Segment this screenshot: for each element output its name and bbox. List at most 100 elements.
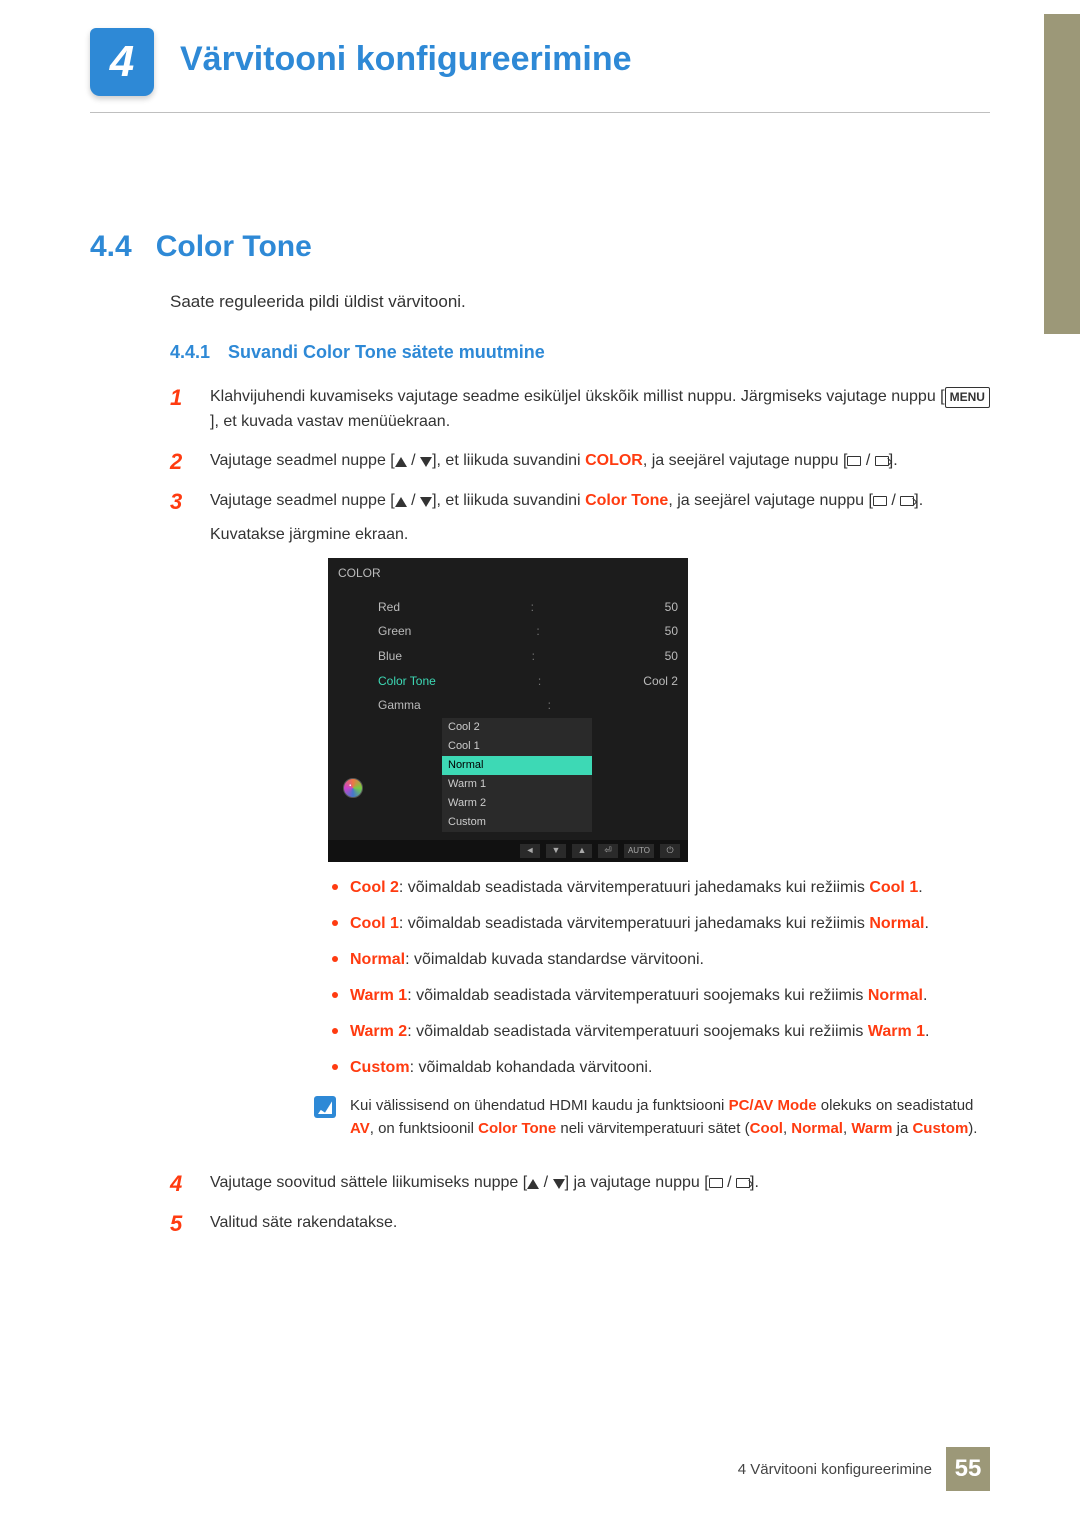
bullet-text: Custom: võimaldab kohandada värvitooni. xyxy=(350,1056,652,1080)
up-arrow-icon xyxy=(527,1179,539,1189)
text: . xyxy=(918,879,922,896)
text: neli värvitemperatuuri sätet ( xyxy=(556,1120,749,1137)
keyword: Normal xyxy=(791,1120,843,1137)
source-icon xyxy=(873,496,887,506)
osd-row-green: Green:50 xyxy=(378,619,678,644)
keyword: Color Tone xyxy=(585,492,668,509)
osd-down-icon: ▼ xyxy=(546,844,566,858)
up-arrow-icon xyxy=(395,457,407,467)
keyword: Cool 2 xyxy=(350,879,399,896)
keyword: COLOR xyxy=(585,452,643,469)
osd-option: Custom xyxy=(442,813,592,832)
keyword: Custom xyxy=(350,1059,410,1076)
text: ). xyxy=(968,1120,977,1137)
osd-back-icon: ◄ xyxy=(520,844,540,858)
osd-title: COLOR xyxy=(328,558,688,589)
step-text: Vajutage seadmel nuppe [ / ], et liikuda… xyxy=(210,489,990,1157)
down-arrow-icon xyxy=(420,457,432,467)
step-text: Valitud säte rakendatakse. xyxy=(210,1211,990,1237)
bullet-item: Cool 1: võimaldab seadistada värvitemper… xyxy=(332,912,990,936)
osd-power-icon: ⏻ xyxy=(660,844,680,858)
note-text: Kui välissisend on ühendatud HDMI kaudu … xyxy=(350,1094,990,1141)
step-3: 3 Vajutage seadmel nuppe [ / ], et liiku… xyxy=(170,489,990,1157)
osd-label: Gamma xyxy=(378,696,421,715)
osd-row-color-tone: Color Tone:Cool 2 xyxy=(378,669,678,694)
osd-value: 50 xyxy=(665,622,678,641)
text: , on funktsioonil xyxy=(370,1120,478,1137)
text: . xyxy=(925,1023,929,1040)
osd-option: Warm 1 xyxy=(442,775,592,794)
section: 4.4 Color Tone Saate reguleerida pildi ü… xyxy=(90,230,990,1237)
text: ] ja vajutage nuppu [ xyxy=(565,1174,709,1191)
text: , ja seejärel vajutage nuppu [ xyxy=(643,452,848,469)
bullet-item: Warm 2: võimaldab seadistada värvitemper… xyxy=(332,1020,990,1044)
bullet-text: Cool 2: võimaldab seadistada värvitemper… xyxy=(350,876,923,900)
text: Kui välissisend on ühendatud HDMI kaudu … xyxy=(350,1097,729,1114)
section-heading-row: 4.4 Color Tone xyxy=(90,230,990,264)
text: : võimaldab kuvada standardse värvitooni… xyxy=(405,951,704,968)
subsection-heading: 4.4.1 Suvandi Color Tone sätete muutmine xyxy=(170,342,990,363)
text: : võimaldab seadistada värvitemperatuuri… xyxy=(399,879,869,896)
subsection-title: Suvandi Color Tone sätete muutmine xyxy=(228,342,545,363)
bullet-text: Warm 2: võimaldab seadistada värvitemper… xyxy=(350,1020,930,1044)
step-text: Klahvijuhendi kuvamiseks vajutage seadme… xyxy=(210,385,990,435)
enter-icon xyxy=(736,1178,750,1188)
text: ], et kuvada vastav menüüekraan. xyxy=(210,413,450,430)
osd-dropdown: Cool 2 Cool 1 Normal Warm 1 Warm 2 Custo… xyxy=(442,718,592,832)
keyword: PC/AV Mode xyxy=(729,1097,817,1114)
bullet-dot-icon xyxy=(332,1064,338,1070)
bullet-dot-icon xyxy=(332,884,338,890)
keyword: Cool 1 xyxy=(869,879,918,896)
osd-label: Green xyxy=(378,622,411,641)
text: ja xyxy=(892,1120,912,1137)
text: : võimaldab kohandada värvitooni. xyxy=(410,1059,653,1076)
chapter-number-badge: 4 xyxy=(90,28,154,96)
enter-icon xyxy=(875,456,889,466)
side-tab-decoration xyxy=(1044,14,1080,334)
bullet-text: Cool 1: võimaldab seadistada värvitemper… xyxy=(350,912,929,936)
note-box: Kui välissisend on ühendatud HDMI kaudu … xyxy=(314,1094,990,1141)
text: : võimaldab seadistada värvitemperatuuri… xyxy=(407,987,868,1004)
menu-key-icon: MENU xyxy=(945,387,990,408)
palette-icon xyxy=(343,778,363,798)
keyword: Normal xyxy=(868,987,923,1004)
up-arrow-icon xyxy=(395,497,407,507)
text: Klahvijuhendi kuvamiseks vajutage seadme… xyxy=(210,388,945,405)
bullet-text: Warm 1: võimaldab seadistada värvitemper… xyxy=(350,984,927,1008)
step-4: 4 Vajutage soovitud sättele liikumiseks … xyxy=(170,1171,990,1197)
text: olekuks on seadistatud xyxy=(817,1097,974,1114)
osd-enter-icon: ⏎ xyxy=(598,844,618,858)
source-icon xyxy=(709,1178,723,1188)
keyword: Custom xyxy=(912,1120,968,1137)
chapter-number: 4 xyxy=(110,37,134,87)
enter-icon xyxy=(900,496,914,506)
keyword: Cool 1 xyxy=(350,915,399,932)
osd-value: 50 xyxy=(665,598,678,617)
osd-option: Cool 2 xyxy=(442,718,592,737)
osd-value: 50 xyxy=(665,647,678,666)
section-intro: Saate reguleerida pildi üldist värvitoon… xyxy=(170,292,990,312)
bullet-dot-icon xyxy=(332,920,338,926)
page-number: 55 xyxy=(946,1447,990,1491)
subsection-number: 4.4.1 xyxy=(170,342,210,363)
osd-screenshot: COLOR Red:50 Green:50 Blue:50 Color Tone… xyxy=(328,558,688,862)
keyword: Warm 2 xyxy=(350,1023,407,1040)
text: Vajutage seadmel nuppe [ xyxy=(210,452,395,469)
step-number: 1 xyxy=(170,385,192,435)
osd-up-icon: ▲ xyxy=(572,844,592,858)
down-arrow-icon xyxy=(553,1179,565,1189)
chapter-title: Värvitooni konfigureerimine xyxy=(180,40,632,79)
document-page: 4 Värvitooni konfigureerimine 4.4 Color … xyxy=(0,0,1080,1527)
text: ], et liikuda suvandini xyxy=(432,452,585,469)
step-1: 1 Klahvijuhendi kuvamiseks vajutage sead… xyxy=(170,385,990,435)
osd-row-gamma: Gamma: xyxy=(378,693,678,718)
bullet-item: Normal: võimaldab kuvada standardse värv… xyxy=(332,948,990,972)
step-5: 5 Valitud säte rakendatakse. xyxy=(170,1211,990,1237)
section-title: Color Tone xyxy=(156,230,312,264)
keyword: Cool xyxy=(750,1120,783,1137)
bullet-item: Cool 2: võimaldab seadistada värvitemper… xyxy=(332,876,990,900)
osd-auto-label: AUTO xyxy=(624,844,654,858)
text: : võimaldab seadistada värvitemperatuuri… xyxy=(399,915,869,932)
text: Vajutage soovitud sättele liikumiseks nu… xyxy=(210,1174,527,1191)
osd-option: Warm 2 xyxy=(442,794,592,813)
